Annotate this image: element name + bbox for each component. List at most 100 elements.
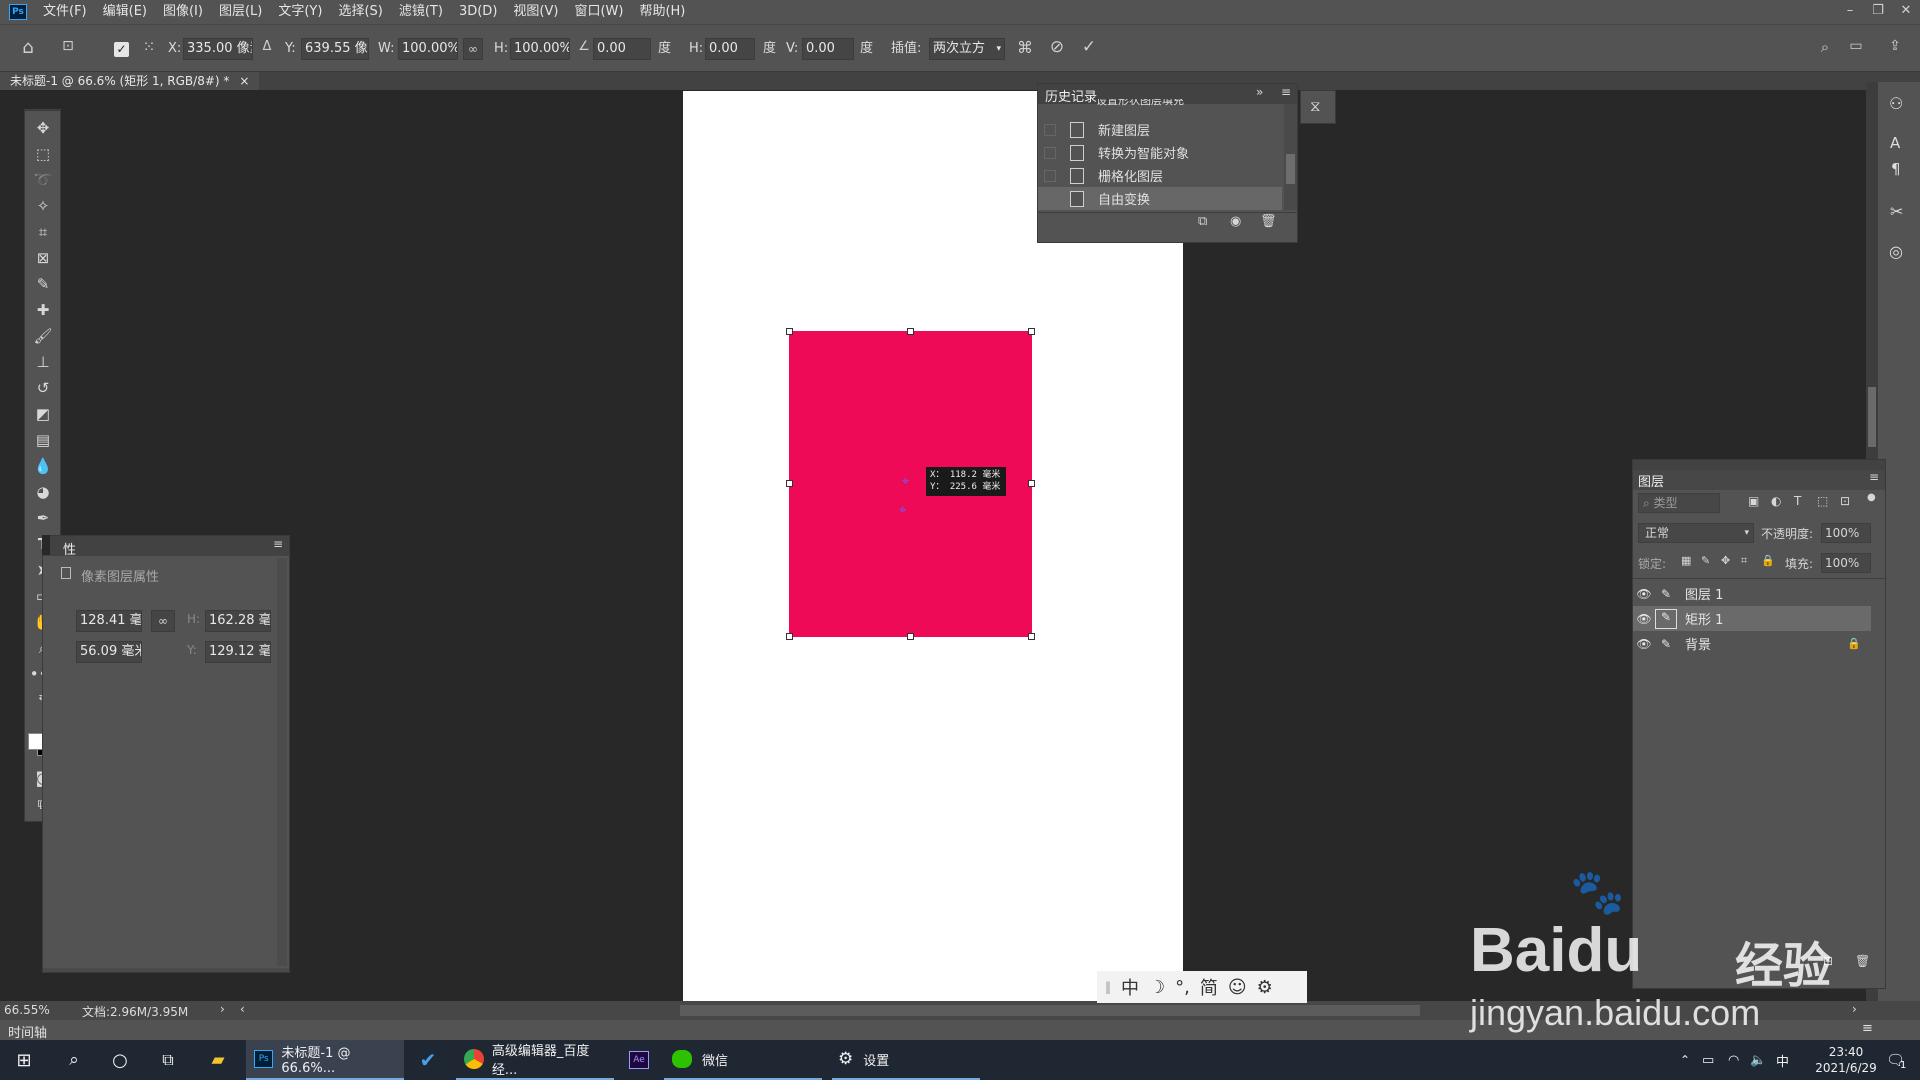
search-icon[interactable]: ⌕	[1815, 38, 1835, 56]
blend-mode-select[interactable]: 正常 ▾	[1638, 523, 1754, 543]
lock-position-icon[interactable]: ✥	[1721, 554, 1730, 567]
menu-select[interactable]: 选择(S)	[330, 0, 390, 24]
taskbar-app-wechat[interactable]: 微信	[664, 1040, 822, 1080]
v-skew-field[interactable]: 0.00	[802, 38, 854, 60]
lasso-tool-icon[interactable]: ➰	[31, 169, 55, 191]
layer-filter-select[interactable]: ⌕ 类型	[1638, 493, 1720, 513]
learn-panel-icon[interactable]: ⚇	[1889, 94, 1903, 113]
filter-type-icon[interactable]: T	[1794, 494, 1801, 508]
healing-brush-tool-icon[interactable]: ✚	[31, 299, 55, 321]
task-view-icon[interactable]: ⧉	[154, 1040, 182, 1080]
layer-row-selected[interactable]: 👁 ✎ 矩形 1	[1633, 606, 1871, 631]
file-explorer-icon[interactable]: ▰	[204, 1040, 232, 1080]
snapshot-checkbox[interactable]	[1044, 146, 1056, 159]
layers-panel-grip[interactable]	[1633, 460, 1885, 470]
collapse-panel-icon[interactable]: »	[1256, 85, 1263, 99]
transform-handle[interactable]	[907, 633, 914, 640]
battery-icon[interactable]: ▭	[1702, 1040, 1714, 1080]
properties-y-field[interactable]: 129.12 毫米	[205, 641, 271, 663]
close-icon[interactable]: ✕	[1892, 0, 1920, 24]
panel-menu-icon[interactable]: ≡	[1281, 85, 1291, 99]
transform-handle[interactable]	[1028, 480, 1035, 487]
snapshot-camera-icon[interactable]: ◉	[1230, 214, 1241, 229]
eyedropper-tool-icon[interactable]: ✎	[31, 273, 55, 295]
chevron-right-icon[interactable]: ›	[220, 1002, 225, 1016]
filter-shape-icon[interactable]: ⬚	[1817, 494, 1828, 508]
taskbar-app-photoshop[interactable]: Ps 未标题-1 @ 66.6%...	[246, 1040, 404, 1080]
link-dimensions-icon[interactable]: ∞	[151, 610, 175, 632]
lock-transparent-icon[interactable]: ▦	[1681, 554, 1691, 567]
visibility-eye-icon[interactable]: 👁	[1633, 612, 1655, 626]
trash-icon[interactable]: 🗑	[1260, 214, 1277, 229]
y-position-field[interactable]: 639.55 像素	[301, 38, 369, 60]
after-effects-app[interactable]: Ae	[626, 1040, 652, 1080]
height-field[interactable]: 100.00%	[510, 38, 570, 60]
visibility-eye-icon[interactable]: 👁	[1633, 637, 1655, 651]
windows-start-icon[interactable]: ⊞	[10, 1040, 38, 1080]
libraries-icon[interactable]: ◎	[1889, 242, 1903, 261]
clock[interactable]: 23:40 2021/6/29	[1808, 1040, 1884, 1080]
snapshot-checkbox[interactable]	[1044, 123, 1056, 136]
volume-icon[interactable]: 🔈	[1750, 1040, 1766, 1080]
show-hidden-icons-icon[interactable]: ⌃	[1680, 1040, 1690, 1080]
history-item-selected[interactable]: 自由变换	[1038, 187, 1282, 210]
restore-icon[interactable]: ❐	[1864, 0, 1892, 24]
angle-field[interactable]: 0.00	[593, 38, 651, 60]
document-tab[interactable]: 未标题-1 @ 66.6% (矩形 1, RGB/8#) * ×	[0, 72, 260, 90]
history-panel-icon[interactable]: ⧖	[1310, 97, 1321, 115]
share-icon[interactable]: ⇪	[1885, 38, 1905, 54]
menu-help[interactable]: 帮助(H)	[631, 0, 693, 24]
properties-height-field[interactable]: 162.28 毫米	[205, 610, 271, 632]
todo-app-icon[interactable]: ✔	[414, 1040, 442, 1080]
gradient-tool-icon[interactable]: ▤	[31, 429, 55, 451]
commit-transform-icon[interactable]: ✓	[1078, 37, 1100, 57]
horizontal-scrollbar-thumb[interactable]	[680, 1005, 1420, 1016]
blur-tool-icon[interactable]: 💧	[31, 455, 55, 477]
reference-point-checkbox[interactable]: ✓	[114, 42, 129, 57]
lock-all-icon[interactable]: 🔒	[1761, 554, 1775, 567]
zoom-level[interactable]: 66.55%	[4, 1003, 50, 1017]
x-position-field[interactable]: 335.00 像素	[183, 38, 253, 60]
cancel-transform-icon[interactable]: ⊘	[1046, 37, 1068, 57]
properties-panel-title[interactable]: 性	[63, 539, 76, 558]
workspace-icon[interactable]: ▭	[1846, 38, 1866, 54]
taskbar-app-chrome[interactable]: 高级编辑器_百度经...	[456, 1040, 614, 1080]
network-icon[interactable]: ◠	[1728, 1040, 1739, 1080]
panel-menu-icon[interactable]: ≡	[273, 537, 283, 551]
home-icon[interactable]: ⌂	[18, 37, 38, 58]
history-item[interactable]: 设置形状图层填充	[1038, 99, 1282, 109]
properties-x-field[interactable]: 56.09 毫米	[76, 641, 142, 663]
h-skew-field[interactable]: 0.00	[705, 38, 755, 60]
history-item[interactable]: 新建图层	[1038, 118, 1282, 141]
taskbar-app-settings[interactable]: ⚙ 设置	[832, 1040, 980, 1080]
cortana-icon[interactable]: ○	[106, 1040, 134, 1080]
transform-handle[interactable]	[786, 633, 793, 640]
panel-resize-bar[interactable]	[43, 968, 289, 972]
crop-tool-icon[interactable]: ⌗	[31, 221, 55, 243]
ime-grip-icon[interactable]: ‖	[1105, 980, 1111, 994]
menu-edit[interactable]: 编辑(E)	[95, 0, 155, 24]
transform-handle[interactable]	[1028, 328, 1035, 335]
history-item[interactable]: 栅格化图层	[1038, 164, 1282, 187]
filter-smart-object-icon[interactable]: ⊡	[1840, 494, 1850, 508]
frame-tool-icon[interactable]: ⊠	[31, 247, 55, 269]
eraser-tool-icon[interactable]: ◩	[31, 403, 55, 425]
lock-artboard-icon[interactable]: ⌗	[1741, 554, 1747, 568]
visibility-eye-icon[interactable]: 👁	[1633, 587, 1655, 601]
reference-point-icon[interactable]: ⁙	[140, 38, 158, 56]
fill-field[interactable]: 100%	[1821, 553, 1871, 573]
opacity-field[interactable]: 100%	[1821, 523, 1871, 543]
transform-handle[interactable]	[786, 328, 793, 335]
new-document-from-state-icon[interactable]: ⧉	[1198, 214, 1207, 229]
transform-handle[interactable]	[1028, 633, 1035, 640]
layer-row[interactable]: 👁 ✎ 图层 1	[1633, 581, 1871, 606]
search-icon[interactable]: ⌕	[60, 1040, 88, 1080]
relative-position-icon[interactable]: Δ	[259, 39, 275, 54]
input-language-indicator[interactable]: 中	[1776, 1040, 1789, 1080]
menu-3d[interactable]: 3D(D)	[451, 0, 505, 24]
menu-type[interactable]: 文字(Y)	[270, 0, 330, 24]
tool-presets-icon[interactable]: ✂	[1890, 202, 1903, 221]
layer-name[interactable]: 矩形 1	[1685, 609, 1723, 628]
layers-panel-title[interactable]: 图层	[1638, 471, 1664, 490]
ime-mode[interactable]: 中	[1121, 974, 1139, 1000]
